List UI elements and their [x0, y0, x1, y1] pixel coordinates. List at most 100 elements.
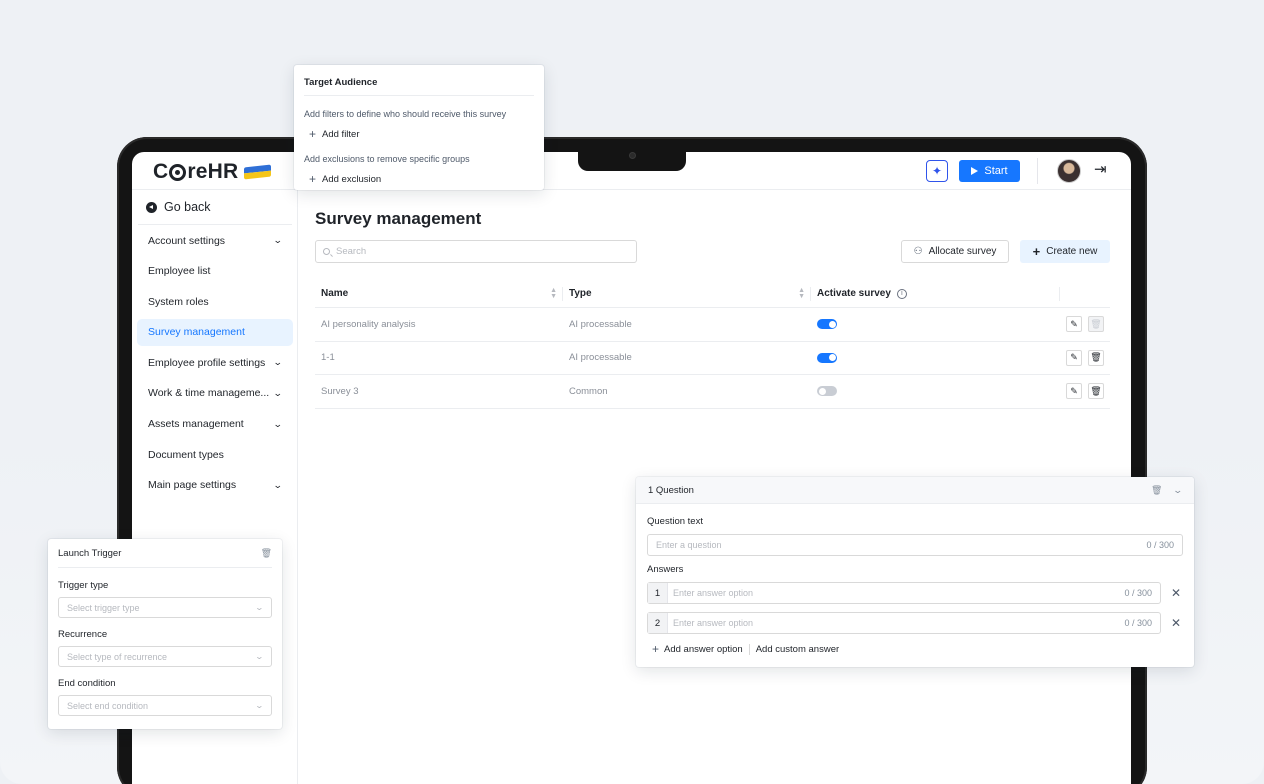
cell-actions: ✎ 🗑: [1059, 308, 1110, 341]
allocate-survey-button[interactable]: ⚇ Allocate survey: [901, 240, 1009, 263]
add-custom-answer-button[interactable]: Add custom answer: [756, 644, 839, 655]
end-condition-placeholder: Select end condition: [67, 700, 149, 711]
answers-label: Answers: [647, 564, 684, 575]
sidebar-item-employee-profile-settings[interactable]: Employee profile settings ⌄: [137, 349, 293, 376]
column-header-type[interactable]: Type ▲ ▼: [563, 280, 811, 307]
target-audience-panel: Target Audience Add filters to define wh…: [294, 65, 544, 190]
column-header-activate: Activate survey i: [811, 280, 1059, 307]
logo-text-suffix: reHR: [187, 160, 239, 183]
question-placeholder: Enter a question: [656, 540, 722, 550]
table-row[interactable]: Survey 3 Common ✎ 🗑: [315, 375, 1110, 409]
cell-type: AI processable: [569, 318, 632, 330]
target-audience-title: Target Audience: [304, 65, 534, 96]
character-counter: 0 / 300: [1146, 540, 1174, 550]
answer-placeholder: Enter answer option: [673, 618, 754, 628]
answer-input[interactable]: 1 Enter answer option 0 / 300: [647, 582, 1161, 604]
create-new-label: Create new: [1046, 246, 1098, 257]
chevron-down-icon: ⌄: [273, 357, 284, 368]
sidebar-item-label: Account settings: [148, 234, 226, 247]
sidebar-item-system-roles[interactable]: System roles: [137, 288, 293, 315]
filters-description: Add filters to define who should receive…: [304, 109, 507, 119]
add-filter-button[interactable]: + Add filter: [304, 127, 534, 141]
sidebar-item-assets-management[interactable]: Assets management ⌄: [137, 411, 293, 438]
plus-icon: +: [652, 642, 660, 656]
activate-toggle[interactable]: [817, 386, 837, 397]
edit-icon[interactable]: ✎: [1066, 316, 1082, 333]
cell-activate: [811, 308, 1059, 341]
close-icon[interactable]: ✕: [1171, 586, 1181, 600]
trash-icon[interactable]: 🗑: [1151, 485, 1162, 496]
recurrence-select[interactable]: Select type of recurrence ⌄: [58, 646, 272, 667]
sort-icon[interactable]: ▲ ▼: [798, 287, 805, 300]
table-row[interactable]: 1-1 AI processable ✎ 🗑: [315, 342, 1110, 375]
activate-toggle[interactable]: [817, 319, 837, 330]
start-button[interactable]: Start: [959, 160, 1020, 182]
activate-toggle[interactable]: [817, 352, 837, 363]
recurrence-placeholder: Select type of recurrence: [67, 651, 168, 662]
table-row[interactable]: AI personality analysis AI processable ✎…: [315, 308, 1110, 342]
question-text-label: Question text: [647, 516, 703, 527]
edit-icon[interactable]: ✎: [1066, 349, 1082, 366]
cell-name: AI personality analysis: [321, 318, 416, 330]
add-filter-label: Add filter: [322, 128, 360, 140]
user-avatar[interactable]: [1057, 159, 1081, 183]
sidebar-menu: Account settings ⌄ Employee list System r…: [137, 227, 293, 502]
sidebar-item-label: Work & time manageme...: [148, 387, 270, 400]
answer-row: 2 Enter answer option 0 / 300 ✕: [647, 612, 1183, 634]
create-new-button[interactable]: + Create new: [1020, 240, 1110, 263]
cell-name: 1-1: [321, 352, 335, 364]
sidebar-item-survey-management[interactable]: Survey management: [137, 318, 293, 346]
trigger-type-placeholder: Select trigger type: [67, 602, 140, 613]
camera-icon: [629, 152, 636, 159]
chevron-down-icon: ⌄: [254, 652, 265, 661]
sidebar-item-account-settings[interactable]: Account settings ⌄: [137, 227, 293, 254]
sidebar-item-label: Employee profile settings: [148, 356, 266, 369]
trash-icon[interactable]: 🗑: [261, 548, 272, 559]
trash-icon[interactable]: 🗑: [1088, 349, 1104, 366]
trash-icon[interactable]: 🗑: [1088, 383, 1104, 400]
question-text-input[interactable]: Enter a question 0 / 300: [647, 534, 1183, 556]
allocate-survey-label: Allocate survey: [928, 246, 997, 257]
cell-type: Common: [569, 385, 608, 397]
column-header-name[interactable]: Name ▲ ▼: [315, 280, 563, 307]
add-exclusion-button[interactable]: + Add exclusion: [304, 172, 534, 186]
survey-table: Name ▲ ▼ Type ▲ ▼ Activate survey i AI per…: [315, 280, 1110, 409]
cell-actions: ✎ 🗑: [1059, 375, 1110, 408]
launch-trigger-title: Launch Trigger: [58, 547, 122, 559]
sidebar-item-work-time-management[interactable]: Work & time manageme... ⌄: [137, 380, 293, 407]
search-box[interactable]: [315, 240, 637, 263]
go-back-link[interactable]: Go back: [146, 200, 211, 214]
chevron-down-icon: ⌄: [273, 235, 284, 245]
sidebar-item-main-page-settings[interactable]: Main page settings ⌄: [137, 472, 293, 499]
chevron-down-icon: ⌄: [254, 701, 265, 710]
add-answer-option-button[interactable]: Add answer option: [664, 644, 743, 655]
sidebar-item-employee-list[interactable]: Employee list: [137, 258, 293, 285]
trigger-type-label: Trigger type: [58, 580, 109, 591]
chevron-down-icon: ⌄: [254, 603, 265, 612]
chevron-down-icon[interactable]: ⌄: [1173, 485, 1184, 496]
sidebar-item-document-types[interactable]: Document types: [137, 441, 293, 468]
end-condition-select[interactable]: Select end condition ⌄: [58, 695, 272, 716]
logout-icon[interactable]: ⇥: [1094, 162, 1110, 178]
edit-icon[interactable]: ✎: [1066, 383, 1082, 400]
search-input[interactable]: [336, 246, 616, 257]
ukraine-flag-icon: [244, 164, 272, 180]
trigger-type-select[interactable]: Select trigger type ⌄: [58, 597, 272, 618]
camera-notch: [578, 151, 686, 171]
sort-icon[interactable]: ▲ ▼: [550, 287, 557, 300]
answer-number: 2: [648, 613, 668, 633]
info-icon[interactable]: i: [896, 288, 907, 299]
ai-assistant-button[interactable]: ✦: [926, 160, 948, 182]
answer-number: 1: [648, 583, 668, 603]
answer-row: 1 Enter answer option 0 / 300 ✕: [647, 582, 1183, 604]
sidebar-item-label: Main page settings: [148, 479, 237, 492]
users-icon: ⚇: [913, 246, 923, 257]
answer-input[interactable]: 2 Enter answer option 0 / 300: [647, 612, 1161, 634]
launch-trigger-header: Launch Trigger 🗑: [58, 539, 272, 568]
close-icon[interactable]: ✕: [1171, 616, 1181, 630]
add-exclusion-label: Add exclusion: [322, 173, 382, 185]
column-label: Activate survey: [817, 288, 891, 299]
corehr-logo[interactable]: CreHR: [153, 160, 272, 184]
column-label: Type: [569, 288, 592, 299]
question-header[interactable]: 1 Question 🗑 ⌄: [636, 477, 1194, 504]
